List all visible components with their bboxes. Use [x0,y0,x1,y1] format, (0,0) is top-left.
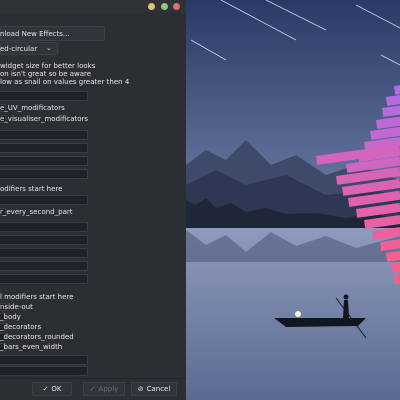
download-new-effects-label: nload New Effects... [0,30,70,38]
value-field-3[interactable] [0,143,88,153]
lantern [295,311,301,317]
apply-button[interactable]: ✓ Apply [83,382,125,396]
settings-window: nload New Effects... ed-circular ⌄ widge… [0,0,186,400]
value-field-12[interactable] [0,355,88,365]
modifiers-start-label: odifiers start here [0,185,63,193]
close-button[interactable] [173,3,180,10]
chevron-down-icon: ⌄ [46,44,52,52]
ok-label: OK [51,385,62,393]
cancel-button[interactable]: ⊘ Cancel [131,382,177,396]
check-icon: ✓ [89,385,96,393]
value-field-8[interactable] [0,235,88,245]
ok-button[interactable]: ✓ OK [32,382,72,396]
visualiser-bar [391,262,400,273]
window-titlebar [0,0,186,13]
value-field-6[interactable] [0,195,88,205]
value-field-10[interactable] [0,261,88,271]
value-field-9[interactable] [0,248,88,258]
note-line-1: widget size for better looks [0,62,96,70]
value-field-4[interactable] [0,156,88,166]
maximize-button[interactable] [161,3,168,10]
minimize-button[interactable] [148,3,155,10]
value-field-5[interactable] [0,169,88,179]
label-every-second-part: r_every_second_part [0,208,73,216]
value-field-1[interactable] [0,91,88,101]
label-body: _body [0,313,21,321]
label-bars-even-width: _bars_even_width [0,343,63,351]
value-field-2[interactable] [0,130,88,140]
cancel-label: Cancel [146,385,171,393]
note-line-3: low as snail on values greater then 4 [0,78,130,86]
general-modifiers-start-label: l modifiers start here [0,293,74,301]
preset-combobox-value: ed-circular [0,45,38,53]
desktop-wallpaper [186,0,400,400]
value-field-7[interactable] [0,222,88,232]
label-decorators-rounded: _decorators_rounded [0,333,74,341]
label-decorators: _decorators [0,323,42,331]
value-field-13[interactable] [0,366,88,376]
label-uv-modificators: e_UV_modificators [0,104,65,112]
cancel-circle-icon: ⊘ [137,385,144,393]
note-line-2: on isn't great so be aware [0,70,92,78]
value-field-11[interactable] [0,274,88,284]
apply-label: Apply [98,385,119,393]
wallpaper-scene [186,0,400,400]
label-inside-out: nside-out [0,303,33,311]
check-icon: ✓ [42,385,49,393]
boatman-head [343,294,349,300]
label-visualiser-modificators: e_visualiser_modificators [0,115,89,123]
